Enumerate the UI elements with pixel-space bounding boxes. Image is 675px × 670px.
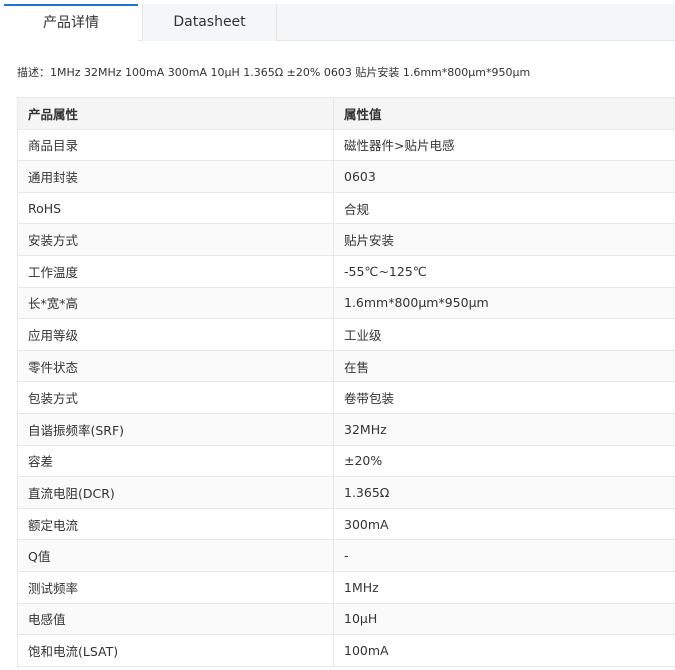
attribute-name-cell: 测试频率 [17, 570, 334, 604]
attribute-value-cell: 1.6mm*800μm*950μm [333, 286, 675, 320]
table-row: 饱和电流(LSAT) 100mA [17, 634, 675, 667]
attribute-value-cell: 1.365Ω [333, 476, 675, 509]
table-row: 容差 ±20% [17, 444, 675, 478]
table-row: 通用封装 0603 [17, 160, 675, 193]
header-value: 属性值 [333, 97, 675, 130]
table-row: 测试频率 1MHz [17, 570, 675, 604]
attribute-value-cell: 10μH [333, 602, 675, 636]
attribute-name-cell: 安装方式 [17, 223, 334, 256]
table-row: 自谐振频率(SRF) 32MHz [17, 412, 675, 446]
attribute-name-cell: 额定电流 [17, 507, 334, 541]
attribute-value-cell: 磁性器件>贴片电感 [333, 128, 675, 162]
attribute-value-cell: 合规 [333, 191, 675, 225]
table-row: 应用等级 工业级 [17, 318, 675, 351]
properties-table: 产品属性 属性值 商品目录 磁性器件>贴片电感 通用封装 0603 RoHS 合规 安装方式… [17, 97, 675, 667]
attribute-name-cell: 通用封装 [17, 160, 334, 193]
table-header-row: 产品属性 属性值 [17, 97, 675, 130]
attribute-value-cell: 在售 [333, 349, 675, 383]
properties-table-body: 产品属性 属性值 商品目录 磁性器件>贴片电感 通用封装 0603 RoHS 合规 安装方式… [17, 97, 675, 667]
header-attribute: 产品属性 [17, 97, 334, 130]
attribute-value-cell: 卷带包装 [333, 381, 675, 414]
table-row: 安装方式 贴片安装 [17, 223, 675, 256]
tab-bar: 产品详情 Datasheet [4, 4, 675, 41]
attribute-name-cell: 容差 [17, 444, 334, 478]
attribute-value-cell: 0603 [333, 160, 675, 193]
product-description: 描述：1MHz 32MHz 100mA 300mA 10μH 1.365Ω ±2… [17, 66, 531, 79]
table-row: 直流电阻(DCR) 1.365Ω [17, 476, 675, 509]
attribute-name-cell: 零件状态 [17, 349, 334, 383]
table-row: RoHS 合规 [17, 191, 675, 225]
tab-datasheet[interactable]: Datasheet [142, 4, 277, 41]
attribute-value-cell: 1MHz [333, 570, 675, 604]
table-row: 零件状态 在售 [17, 349, 675, 383]
table-row: 电感值 10μH [17, 602, 675, 636]
table-row: 长*宽*高 1.6mm*800μm*950μm [17, 286, 675, 320]
attribute-name-cell: 自谐振频率(SRF) [17, 412, 334, 446]
attribute-name-cell: RoHS [17, 191, 334, 225]
attribute-name-cell: Q值 [17, 539, 334, 572]
attribute-name-cell: 直流电阻(DCR) [17, 476, 334, 509]
table-row: Q值 - [17, 539, 675, 572]
table-row: 额定电流 300mA [17, 507, 675, 541]
attribute-name-cell: 商品目录 [17, 128, 334, 162]
table-row: 工作温度 -55℃~125℃ [17, 254, 675, 288]
attribute-value-cell: 贴片安装 [333, 223, 675, 256]
table-row: 包装方式 卷带包装 [17, 381, 675, 414]
attribute-value-cell: - [333, 539, 675, 572]
attribute-name-cell: 电感值 [17, 602, 334, 636]
attribute-name-cell: 应用等级 [17, 318, 334, 351]
attribute-name-cell: 长*宽*高 [17, 286, 334, 320]
attribute-value-cell: -55℃~125℃ [333, 254, 675, 288]
attribute-value-cell: 300mA [333, 507, 675, 541]
attribute-value-cell: 工业级 [333, 318, 675, 351]
table-row: 商品目录 磁性器件>贴片电感 [17, 128, 675, 162]
attribute-value-cell: 32MHz [333, 412, 675, 446]
tab-product-details[interactable]: 产品详情 [4, 4, 138, 41]
attribute-name-cell: 包装方式 [17, 381, 334, 414]
attribute-name-cell: 饱和电流(LSAT) [17, 634, 334, 667]
attribute-name-cell: 工作温度 [17, 254, 334, 288]
attribute-value-cell: ±20% [333, 444, 675, 478]
attribute-value-cell: 100mA [333, 634, 675, 667]
